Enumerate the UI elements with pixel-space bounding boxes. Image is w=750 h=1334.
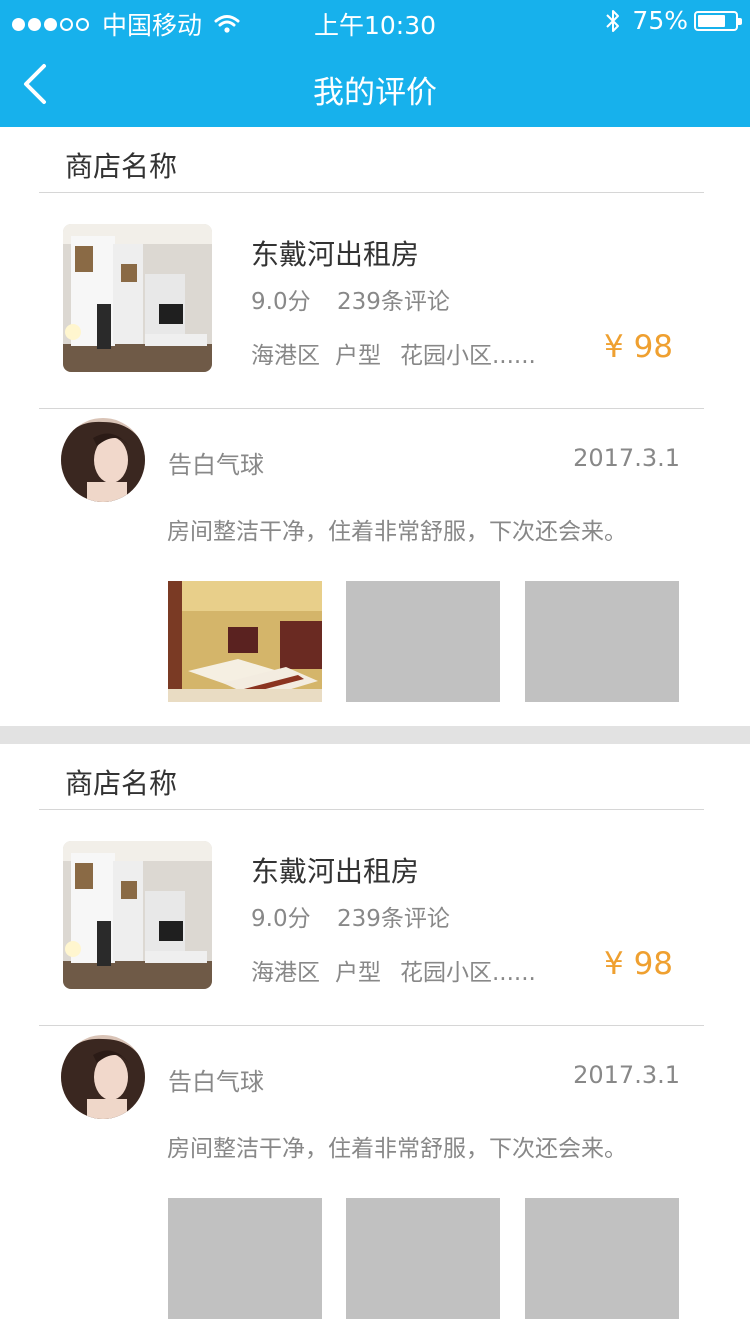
review-photo-placeholder[interactable]: [346, 1198, 500, 1319]
listing-price: ¥ 98: [604, 946, 674, 982]
battery-icon: [694, 10, 742, 31]
listing-district: 海港区: [251, 960, 320, 986]
listing-thumbnail[interactable]: [63, 841, 212, 989]
listing-district: 海港区: [251, 343, 320, 369]
listing-community: 花园小区......: [400, 960, 536, 986]
review-comment: 房间整洁干净，住着非常舒服，下次还会来。: [167, 1136, 627, 1162]
avatar[interactable]: [61, 418, 145, 502]
divider: [39, 192, 704, 193]
bluetooth-icon: [606, 9, 620, 32]
listing-review-count: 239条评论: [337, 289, 450, 315]
status-right: 75%: [604, 6, 742, 35]
review-photo-placeholder[interactable]: [525, 1198, 679, 1319]
battery-percent: 75%: [632, 6, 688, 35]
review-date: 2017.3.1: [573, 1061, 680, 1089]
listing-price: ¥ 98: [604, 329, 674, 365]
review-photo-placeholder[interactable]: [168, 1198, 322, 1319]
shop-name[interactable]: 商店名称: [65, 145, 177, 185]
reviewer-name: 告白气球: [168, 451, 264, 479]
listing-score: 9.0分: [251, 906, 311, 932]
page-title: 我的评价: [313, 75, 437, 111]
listing-thumbnail[interactable]: [63, 224, 212, 372]
nav-bar: 我的评价: [0, 40, 750, 127]
avatar[interactable]: [61, 1035, 145, 1119]
listing-score: 9.0分: [251, 289, 311, 315]
listing-type: 户型: [335, 343, 381, 369]
listing-title[interactable]: 东戴河出租房: [251, 233, 419, 273]
review-comment: 房间整洁干净，住着非常舒服，下次还会来。: [167, 519, 627, 545]
divider: [39, 1025, 704, 1026]
review-photo-placeholder[interactable]: [346, 581, 500, 702]
review-photo[interactable]: [168, 581, 322, 702]
review-card: 商店名称 东戴河出租房 9.0分 239条评论 海港区 户型 花园小区.....…: [0, 744, 750, 1334]
divider: [39, 408, 704, 409]
divider: [39, 809, 704, 810]
listing-review-count: 239条评论: [337, 906, 450, 932]
review-photo-placeholder[interactable]: [525, 581, 679, 702]
reviewer-name: 告白气球: [168, 1068, 264, 1096]
review-card: 商店名称 东戴河出租房 9.0分 239条评论 海港区 户型 花园小区.....…: [0, 127, 750, 726]
listing-title[interactable]: 东戴河出租房: [251, 850, 419, 890]
listing-community: 花园小区......: [400, 343, 536, 369]
section-separator: [0, 726, 750, 744]
review-date: 2017.3.1: [573, 444, 680, 472]
listing-type: 户型: [335, 960, 381, 986]
status-bar: 中国移动 上午10:30 75%: [0, 0, 750, 40]
shop-name[interactable]: 商店名称: [65, 762, 177, 802]
